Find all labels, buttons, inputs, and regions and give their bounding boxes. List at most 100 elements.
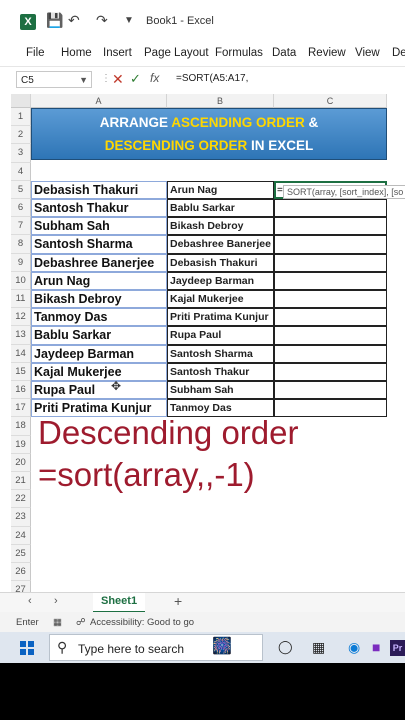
- formula-input[interactable]: =SORT(A5:A17,: [176, 73, 248, 84]
- customize-toolbar-icon[interactable]: ▼: [124, 15, 134, 26]
- cell-c[interactable]: [274, 290, 387, 309]
- save-icon[interactable]: 💾: [46, 12, 63, 29]
- windows-start-icon[interactable]: [20, 641, 34, 655]
- worksheet-grid[interactable]: A B C 1 2 3 4 5 6 7 8 9 10 11 12 13 14 15 16 17 18 19 20 21 2…: [11, 94, 405, 654]
- row-header[interactable]: 22: [11, 490, 31, 509]
- cell-a[interactable]: Santosh Thakur: [31, 199, 167, 218]
- cell-c[interactable]: [274, 344, 387, 363]
- tab-developer[interactable]: De: [392, 47, 405, 59]
- select-all-corner[interactable]: [11, 94, 31, 108]
- cell-a[interactable]: Subham Sah: [31, 217, 167, 236]
- tab-review[interactable]: Review: [308, 47, 346, 59]
- enter-icon[interactable]: ✓: [130, 71, 141, 87]
- row-header[interactable]: 1: [11, 108, 31, 127]
- premiere-pro-icon[interactable]: Pr: [390, 640, 405, 656]
- prev-sheet-icon[interactable]: ‹: [28, 595, 32, 607]
- row-header[interactable]: 3: [11, 144, 31, 163]
- media-app-icon[interactable]: ■: [372, 639, 380, 655]
- cell-b[interactable]: Bikash Debroy: [167, 217, 274, 236]
- next-sheet-icon[interactable]: ›: [54, 595, 58, 607]
- row-header[interactable]: 17: [11, 399, 31, 418]
- row-header[interactable]: 18: [11, 417, 31, 436]
- row-header[interactable]: 7: [11, 217, 31, 236]
- row-header[interactable]: 14: [11, 344, 31, 363]
- column-header-a[interactable]: A: [31, 94, 167, 108]
- cell-b[interactable]: Santosh Sharma: [167, 344, 274, 363]
- cell-a[interactable]: Kajal Mukerjee: [31, 362, 167, 381]
- windows-taskbar: ⚲ Type here to search 🎆 ◯ ▦ ◉ ■ Pr: [0, 632, 405, 663]
- row-header[interactable]: 20: [11, 453, 31, 472]
- column-header-b[interactable]: B: [167, 94, 274, 108]
- row-header[interactable]: 2: [11, 126, 31, 145]
- cell-c[interactable]: [274, 308, 387, 327]
- row-header[interactable]: 5: [11, 180, 31, 199]
- cell-b[interactable]: Rupa Paul: [167, 326, 274, 345]
- row-header[interactable]: 13: [11, 326, 31, 345]
- chevron-down-icon[interactable]: ▼: [79, 72, 88, 89]
- cell-c[interactable]: [274, 253, 387, 272]
- name-box[interactable]: C5 ▼: [16, 71, 92, 88]
- status-mode: Enter: [16, 617, 39, 628]
- tab-view[interactable]: View: [355, 47, 380, 59]
- cell-a[interactable]: Bikash Debroy: [31, 290, 167, 309]
- cell-a[interactable]: Jaydeep Barman: [31, 344, 167, 363]
- row-header[interactable]: 12: [11, 308, 31, 327]
- row-header[interactable]: 8: [11, 235, 31, 254]
- row-header[interactable]: 26: [11, 563, 31, 582]
- undo-icon[interactable]: ↶: [68, 12, 80, 29]
- insert-function-button[interactable]: fx: [150, 71, 159, 85]
- cell-a[interactable]: Bablu Sarkar: [31, 326, 167, 345]
- add-sheet-button[interactable]: +: [174, 593, 182, 609]
- cell-c[interactable]: [274, 217, 387, 236]
- row-header[interactable]: 16: [11, 381, 31, 400]
- column-header-c[interactable]: C: [274, 94, 387, 108]
- cell-c[interactable]: [274, 362, 387, 381]
- row-header[interactable]: 19: [11, 435, 31, 454]
- row-header[interactable]: 6: [11, 199, 31, 218]
- row-header[interactable]: 11: [11, 290, 31, 309]
- row-header[interactable]: 4: [11, 162, 31, 181]
- cell-c[interactable]: [274, 199, 387, 218]
- cell-a[interactable]: Rupa Paul: [31, 381, 167, 400]
- cell-a[interactable]: Arun Nag: [31, 271, 167, 290]
- row-header[interactable]: 15: [11, 362, 31, 381]
- row-header[interactable]: 25: [11, 544, 31, 563]
- cell-c[interactable]: [274, 326, 387, 345]
- cell-b[interactable]: Debasish Thakuri: [167, 253, 274, 272]
- cell-b[interactable]: Kajal Mukerjee: [167, 290, 274, 309]
- row-header[interactable]: 10: [11, 271, 31, 290]
- cell-b[interactable]: Priti Pratima Kunjur: [167, 308, 274, 327]
- row-header[interactable]: 9: [11, 253, 31, 272]
- cell-a[interactable]: Debashree Banerjee: [31, 253, 167, 272]
- tab-insert[interactable]: Insert: [103, 47, 132, 59]
- accessibility-status[interactable]: Accessibility: Good to go: [90, 617, 194, 628]
- tab-page-layout[interactable]: Page Layout: [144, 47, 209, 59]
- edge-browser-icon[interactable]: ◉: [348, 639, 360, 656]
- cell-b[interactable]: Arun Nag: [167, 180, 274, 199]
- row-header[interactable]: 23: [11, 508, 31, 527]
- row-header[interactable]: 21: [11, 472, 31, 491]
- cortana-icon[interactable]: ◯: [278, 639, 293, 655]
- tab-home[interactable]: Home: [61, 47, 92, 59]
- formula-bar: C5 ▼ ⋮ ✕ ✓ fx =SORT(A5:A17,: [0, 66, 405, 93]
- cell-c[interactable]: [274, 271, 387, 290]
- sheet-tab-sheet1[interactable]: Sheet1: [93, 593, 146, 613]
- cell-c[interactable]: [274, 235, 387, 254]
- cell-a[interactable]: Tanmoy Das: [31, 308, 167, 327]
- cell-c[interactable]: [274, 381, 387, 400]
- cell-b[interactable]: Santosh Thakur: [167, 362, 274, 381]
- tab-formulas[interactable]: Formulas: [215, 47, 263, 59]
- cell-a[interactable]: Debasish Thakuri: [31, 180, 167, 199]
- redo-icon[interactable]: ↷: [96, 12, 108, 29]
- row-header[interactable]: 24: [11, 526, 31, 545]
- tab-data[interactable]: Data: [272, 47, 296, 59]
- cell-b[interactable]: Subham Sah: [167, 381, 274, 400]
- task-view-icon[interactable]: ▦: [312, 639, 325, 656]
- tab-file[interactable]: File: [26, 47, 45, 59]
- cancel-icon[interactable]: ✕: [112, 71, 124, 88]
- cursor-icon: ✥: [111, 379, 122, 393]
- cell-b[interactable]: Bablu Sarkar: [167, 199, 274, 218]
- cell-b[interactable]: Debashree Banerjee: [167, 235, 274, 254]
- cell-a[interactable]: Santosh Sharma: [31, 235, 167, 254]
- cell-b[interactable]: Jaydeep Barman: [167, 271, 274, 290]
